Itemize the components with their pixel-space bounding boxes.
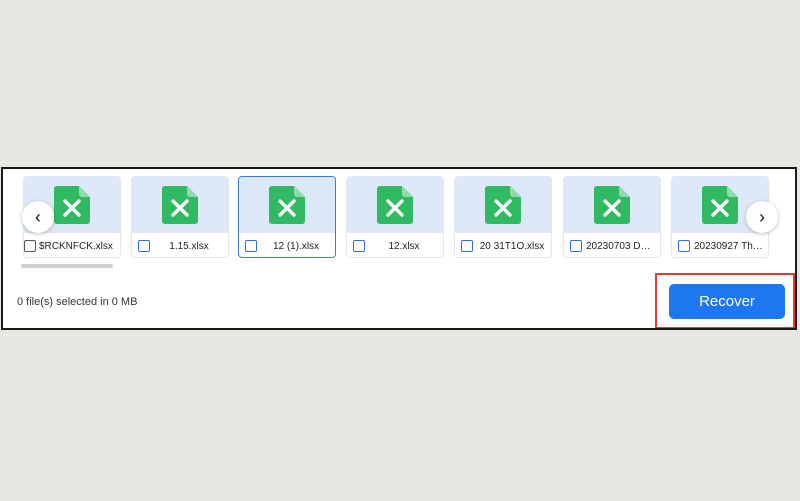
file-card-focused[interactable]: 12 (1).xlsx [238,176,336,258]
file-card-footer: 12.xlsx [347,233,443,257]
file-checkbox[interactable] [353,240,365,252]
file-thumbnail [347,177,443,233]
file-card-footer: 20230703 DG... [564,233,660,257]
file-card[interactable]: 20 31T1O.xlsx [454,176,552,258]
carousel-scrollbar[interactable] [21,264,113,268]
file-carousel: $RCKNFCK.xlsx 1.15.xlsx 12 (1).xlsx 12.x… [3,169,795,269]
excel-file-icon [702,186,738,224]
file-checkbox[interactable] [461,240,473,252]
carousel-next-button[interactable]: › [746,201,778,233]
file-name: 20 31T1O.xlsx [479,240,545,252]
file-checkbox[interactable] [570,240,582,252]
file-card-footer: 20230927 Tho... [672,233,768,257]
excel-file-icon [162,186,198,224]
file-name: 12 (1).xlsx [272,240,320,252]
selection-status: 0 file(s) selected in 0 MB [17,296,138,308]
file-checkbox[interactable] [678,240,690,252]
chevron-left-icon: ‹ [35,207,41,227]
file-thumbnail [455,177,551,233]
recover-button[interactable]: Recover [669,284,785,319]
excel-file-icon [269,186,305,224]
excel-file-icon [594,186,630,224]
file-thumbnail [239,177,335,233]
file-thumbnail [132,177,228,233]
file-card-footer: $RCKNFCK.xlsx [24,233,120,257]
file-name: 1.15.xlsx [169,240,209,252]
excel-file-icon [485,186,521,224]
carousel-prev-button[interactable]: ‹ [22,201,54,233]
file-card[interactable]: 12.xlsx [346,176,444,258]
file-name: 20230927 Tho... [694,240,767,252]
file-name: 12.xlsx [388,240,420,252]
file-card-footer: 20 31T1O.xlsx [455,233,551,257]
excel-file-icon [54,186,90,224]
chevron-right-icon: › [759,207,765,227]
file-recovery-panel: $RCKNFCK.xlsx 1.15.xlsx 12 (1).xlsx 12.x… [1,167,797,330]
file-checkbox[interactable] [245,240,257,252]
file-name: $RCKNFCK.xlsx [39,240,113,252]
file-card[interactable]: 20230703 DG... [563,176,661,258]
file-card[interactable]: 1.15.xlsx [131,176,229,258]
file-checkbox[interactable] [138,240,150,252]
file-checkbox[interactable] [24,240,36,252]
file-thumbnail [564,177,660,233]
file-card-footer: 12 (1).xlsx [239,233,335,257]
file-card-footer: 1.15.xlsx [132,233,228,257]
file-name: 20230703 DG... [586,240,657,252]
excel-file-icon [377,186,413,224]
